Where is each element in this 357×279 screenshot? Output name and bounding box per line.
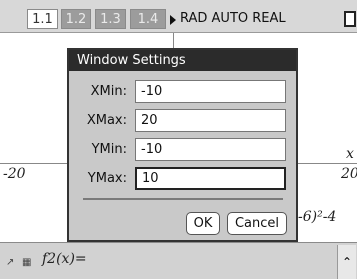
x-max-label: 20 [341, 166, 357, 182]
xmax-input[interactable]: 20 [135, 109, 286, 132]
ymin-label: YMin: [91, 142, 127, 157]
entry-line[interactable]: ↗ ▦ f2(x)= ⌃ [0, 242, 357, 279]
ok-button[interactable]: OK [186, 212, 220, 235]
dialog-divider [83, 198, 283, 200]
xmin-label: XMin: [90, 84, 127, 99]
document-tab-bar: 1.1 1.2 1.3 1.4 RAD AUTO REAL [0, 0, 357, 33]
dialog-title: Window Settings [69, 50, 296, 71]
ymax-label: YMax: [87, 171, 127, 186]
xmin-input[interactable]: -10 [135, 80, 286, 103]
tab-1-4[interactable]: 1.4 [130, 9, 166, 29]
mode-arrow-icon [170, 15, 176, 25]
tab-1-1[interactable]: 1.1 [27, 9, 58, 29]
function-label[interactable]: -6)²-4 [298, 209, 336, 225]
tab-1-2[interactable]: 1.2 [61, 9, 91, 29]
function-entry-input[interactable]: f2(x)= [42, 251, 87, 267]
graph-entry-icon: ↗ [6, 257, 15, 268]
expand-chevron-icon[interactable]: ⌃ [337, 245, 356, 279]
mode-status: RAD AUTO REAL [180, 11, 286, 26]
x-min-label: -20 [3, 166, 26, 182]
tab-1-3[interactable]: 1.3 [95, 9, 126, 29]
xmax-label: XMax: [86, 113, 127, 128]
ymax-input[interactable]: 10 [135, 167, 286, 190]
window-settings-dialog: Window Settings XMin: -10 XMax: 20 YMin:… [67, 48, 298, 242]
battery-icon [344, 11, 356, 27]
cancel-button[interactable]: Cancel [227, 212, 287, 235]
ymin-input[interactable]: -10 [135, 138, 286, 161]
table-icon: ▦ [22, 257, 32, 268]
x-axis-label: x [346, 146, 354, 162]
